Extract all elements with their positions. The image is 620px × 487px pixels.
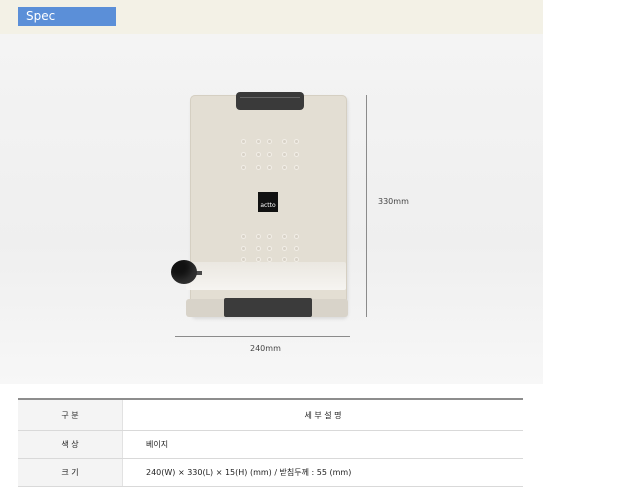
clear-shelf xyxy=(186,262,346,290)
table-row: 색 상 베이지 xyxy=(18,431,523,459)
spec-table: 구 분 세 부 설 명 색 상 베이지 크 기 240(W) × 330(L) … xyxy=(18,398,523,487)
actto-logo: actto xyxy=(258,192,278,212)
height-label: 330mm xyxy=(378,197,409,206)
table-row-value: 베이지 xyxy=(146,440,169,449)
table-row: 크 기 240(W) × 330(L) × 15(H) (mm) / 받침두께 … xyxy=(18,459,523,487)
table-header-detail: 세 부 설 명 xyxy=(304,410,342,420)
table-header-label: 구 분 xyxy=(18,400,123,430)
stand-base-pad xyxy=(224,298,312,317)
height-dimension-line xyxy=(366,95,367,317)
top-band: Spec xyxy=(0,0,543,34)
width-dimension-line xyxy=(175,336,350,337)
table-row-value: 240(W) × 330(L) × 15(H) (mm) / 받침두께 : 55… xyxy=(146,468,352,477)
table-header-row: 구 분 세 부 설 명 xyxy=(18,400,523,431)
adjust-knob xyxy=(171,260,197,284)
spec-page: Spec actto 330mm 240mm 구 분 세 부 설 명 색 상 베… xyxy=(0,0,543,487)
width-label: 240mm xyxy=(250,344,281,353)
spec-tab[interactable]: Spec xyxy=(18,7,116,26)
table-row-label: 색 상 xyxy=(18,431,123,458)
paper-clip-bar xyxy=(236,92,304,110)
table-row-label: 크 기 xyxy=(18,459,123,486)
